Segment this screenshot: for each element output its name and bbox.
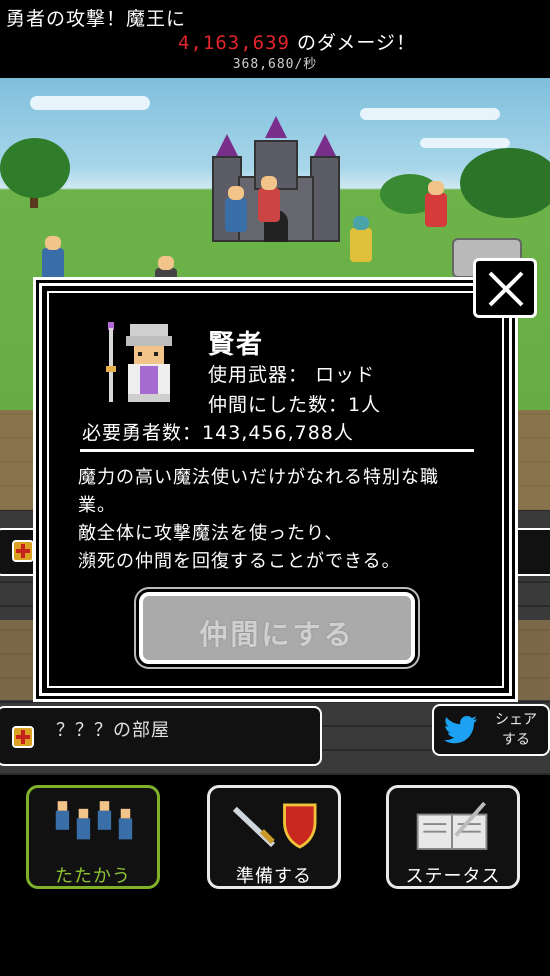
nav-status-label: ステータス xyxy=(405,866,501,887)
damage-suffix: のダメージ！ xyxy=(297,32,417,54)
add-room-icon xyxy=(12,726,34,748)
add-icon xyxy=(12,540,34,562)
party-count-label: 仲間にした数： xyxy=(208,394,349,416)
weapon-label: 使用武器： xyxy=(208,364,309,386)
damage-message: 4,163,639 のダメージ！ xyxy=(178,28,416,55)
share-button[interactable]: シェア する xyxy=(432,704,550,756)
required-heroes-label: 必要勇者数： xyxy=(82,422,203,444)
description-line: 業。 xyxy=(78,495,116,516)
nav-fight-label: たたかう xyxy=(55,866,131,887)
side-bar-right[interactable] xyxy=(508,528,550,576)
job-description: 魔力の高い魔法使いだけがなれる特別な職 業。 敵全体に攻撃魔法を使ったり、 瀕死… xyxy=(78,464,488,576)
book-quill-icon xyxy=(416,801,488,850)
bottom-nav: たたかう 準備する ステータス xyxy=(0,775,550,895)
close-button[interactable] xyxy=(473,258,537,318)
battle-header: 勇者の攻撃！魔王に 4,163,639 のダメージ！ 368,680/秒 xyxy=(0,0,550,78)
description-line: 魔力の高い魔法使いだけがなれる特別な職 xyxy=(78,467,439,488)
sage-sprite-icon xyxy=(106,322,172,402)
damage-per-second: 368,680/秒 xyxy=(232,57,318,72)
sword-shield-icon xyxy=(232,803,317,849)
attack-message: 勇者の攻撃！魔王に xyxy=(6,8,187,30)
required-heroes-row: 必要勇者数：143,456,788人 xyxy=(82,418,354,445)
description-line: 瀕死の仲間を回復することができる。 xyxy=(78,551,401,572)
description-line: 敵全体に攻撃魔法を使ったり、 xyxy=(78,523,344,544)
weapon-row: 使用武器： ロッド xyxy=(208,360,375,387)
nav-equip-label: 準備する xyxy=(236,866,312,887)
recruit-button-label: 仲間にする xyxy=(199,618,355,651)
nav-fight-button[interactable]: たたかう xyxy=(26,785,160,889)
weapon-value: ロッド xyxy=(315,364,376,386)
recruit-button[interactable]: 仲間にする xyxy=(139,592,415,664)
nav-equip-button[interactable]: 準備する xyxy=(207,785,341,889)
nav-status-button[interactable]: ステータス xyxy=(386,785,520,889)
room-label: ？？？の部屋 xyxy=(56,720,170,741)
damage-value: 4,163,639 xyxy=(178,32,290,54)
room-bar[interactable]: ？？？の部屋 xyxy=(0,706,322,766)
required-heroes-value: 143,456,788人 xyxy=(202,422,354,444)
heroes-party-icon xyxy=(55,801,133,840)
share-label: シェア する xyxy=(495,712,537,748)
job-detail-dialog: 賢者 使用武器： ロッド 仲間にした数：1人 必要勇者数：143,456,788… xyxy=(39,283,512,696)
job-name: 賢者 xyxy=(208,330,265,360)
twitter-bird-icon xyxy=(444,716,477,744)
divider xyxy=(80,449,474,452)
party-count-value: 1人 xyxy=(348,394,382,416)
party-count-row: 仲間にした数：1人 xyxy=(208,390,381,417)
close-icon xyxy=(488,271,524,307)
